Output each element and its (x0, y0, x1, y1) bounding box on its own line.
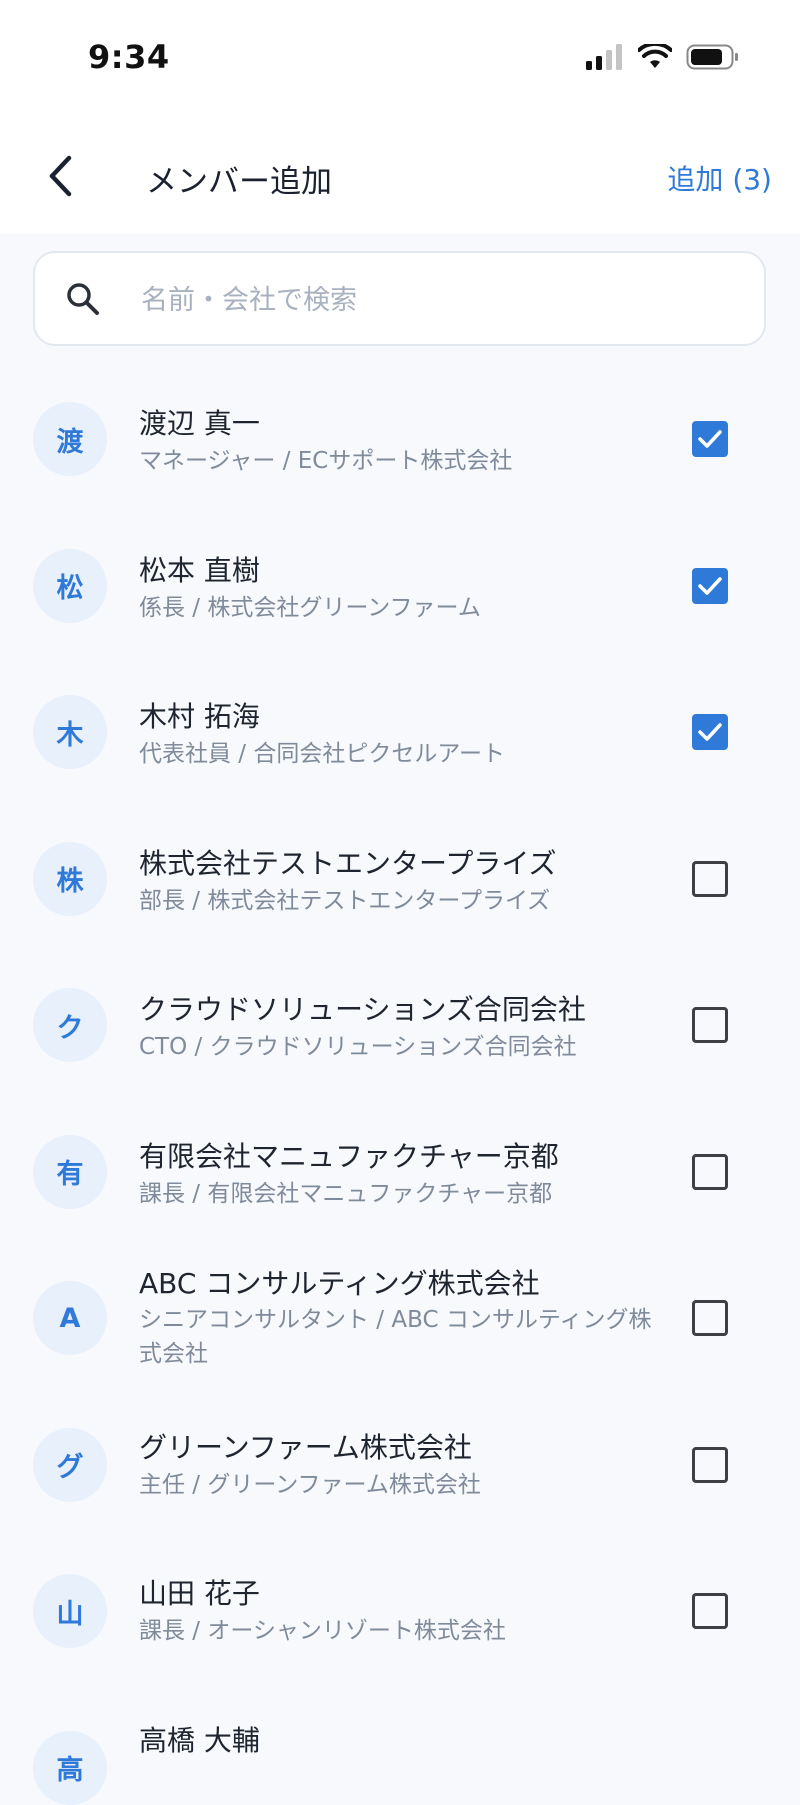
member-row[interactable]: 山 山田 花子 課長 / オーシャンリゾート株式会社 (0, 1538, 800, 1685)
member-list: 渡 渡辺 真一 マネージャー / ECサポート株式会社 松 松本 直樹 係長 /… (0, 366, 800, 1805)
member-checkbox[interactable] (692, 1446, 728, 1483)
member-name: ABC コンサルティング株式会社 (139, 1267, 540, 1300)
status-bar: 9:34 (0, 0, 800, 120)
member-subtitle: 係長 / 株式会社グリーンファーム (139, 594, 481, 621)
avatar: 高 (33, 1730, 107, 1805)
avatar: ク (33, 988, 107, 1062)
member-row[interactable]: 木 木村 拓海 代表社員 / 合同会社ピクセルアート (0, 659, 800, 806)
member-checkbox[interactable] (692, 1593, 728, 1629)
member-subtitle: 主任 / グリーンファーム株式会社 (139, 1471, 481, 1498)
avatar: 松 (33, 548, 107, 623)
wifi-icon (638, 44, 672, 68)
add-members-button[interactable]: 追加 (3) (667, 158, 772, 198)
status-icons (586, 44, 740, 70)
check-icon (698, 576, 722, 595)
member-subtitle: 課長 / オーシャンリゾート株式会社 (139, 1618, 506, 1644)
member-name: 渡辺 真一 (139, 407, 260, 440)
member-name: グリーンファーム株式会社 (139, 1430, 472, 1464)
back-button[interactable] (36, 152, 84, 200)
cellular-signal-icon (586, 44, 622, 70)
member-checkbox[interactable] (692, 860, 728, 897)
search-box[interactable] (33, 251, 766, 346)
member-name: 山田 花子 (139, 1577, 260, 1610)
member-checkbox[interactable] (692, 1153, 728, 1190)
nav-bar: メンバー追加 追加 (3) (0, 120, 800, 234)
page-title: メンバー追加 (146, 164, 332, 200)
member-row[interactable]: 松 松本 直樹 係長 / 株式会社グリーンファーム (0, 513, 800, 660)
battery-icon (686, 44, 738, 70)
member-name: 株式会社テストエンタープライズ (139, 846, 557, 880)
member-name: 有限会社マニュファクチャー京都 (139, 1139, 559, 1173)
member-subtitle: シニアコンサルタント / ABC コンサルティング株式会社 (139, 1307, 652, 1367)
avatar: 山 (33, 1574, 107, 1648)
status-time: 9:34 (88, 38, 170, 76)
avatar: 有 (33, 1134, 107, 1209)
search-input[interactable] (139, 271, 743, 329)
member-row[interactable]: 渡 渡辺 真一 マネージャー / ECサポート株式会社 (0, 366, 800, 513)
member-row[interactable]: A ABC コンサルティング株式会社 シニアコンサルタント / ABC コンサル… (0, 1245, 800, 1392)
avatar: 渡 (33, 402, 107, 476)
member-row[interactable]: 株 株式会社テストエンタープライズ 部長 / 株式会社テストエンタープライズ (0, 806, 800, 953)
check-icon (698, 430, 722, 448)
member-row[interactable]: ク クラウドソリューションズ合同会社 CTO / クラウドソリューションズ合同会… (0, 952, 800, 1099)
search-icon (67, 283, 99, 315)
member-name: 松本 直樹 (139, 553, 260, 587)
member-checkbox[interactable] (692, 1007, 728, 1043)
avatar: 木 (33, 695, 107, 769)
avatar: 株 (33, 841, 107, 916)
member-name: 高橋 大輔 (139, 1723, 260, 1757)
member-row[interactable]: 有 有限会社マニュファクチャー京都 課長 / 有限会社マニュファクチャー京都 (0, 1099, 800, 1246)
member-name: クラウドソリューションズ合同会社 (139, 993, 586, 1026)
check-icon (698, 723, 722, 741)
member-name: 木村 拓海 (139, 700, 260, 733)
avatar: グ (33, 1427, 107, 1502)
member-checkbox[interactable] (692, 421, 728, 457)
member-subtitle: 部長 / 株式会社テストエンタープライズ (139, 887, 551, 914)
avatar: A (33, 1281, 107, 1355)
member-checkbox[interactable] (692, 567, 728, 604)
member-subtitle: マネージャー / ECサポート株式会社 (139, 448, 513, 474)
member-checkbox[interactable] (692, 1300, 728, 1336)
member-subtitle: CTO / クラウドソリューションズ合同会社 (139, 1034, 577, 1060)
chevron-left-icon (49, 155, 72, 197)
member-checkbox[interactable] (692, 714, 728, 750)
member-subtitle: 代表社員 / 合同会社ピクセルアート (139, 741, 505, 767)
member-subtitle: 課長 / 有限会社マニュファクチャー京都 (139, 1180, 553, 1207)
member-row[interactable]: グ グリーンファーム株式会社 主任 / グリーンファーム株式会社 (0, 1392, 800, 1539)
